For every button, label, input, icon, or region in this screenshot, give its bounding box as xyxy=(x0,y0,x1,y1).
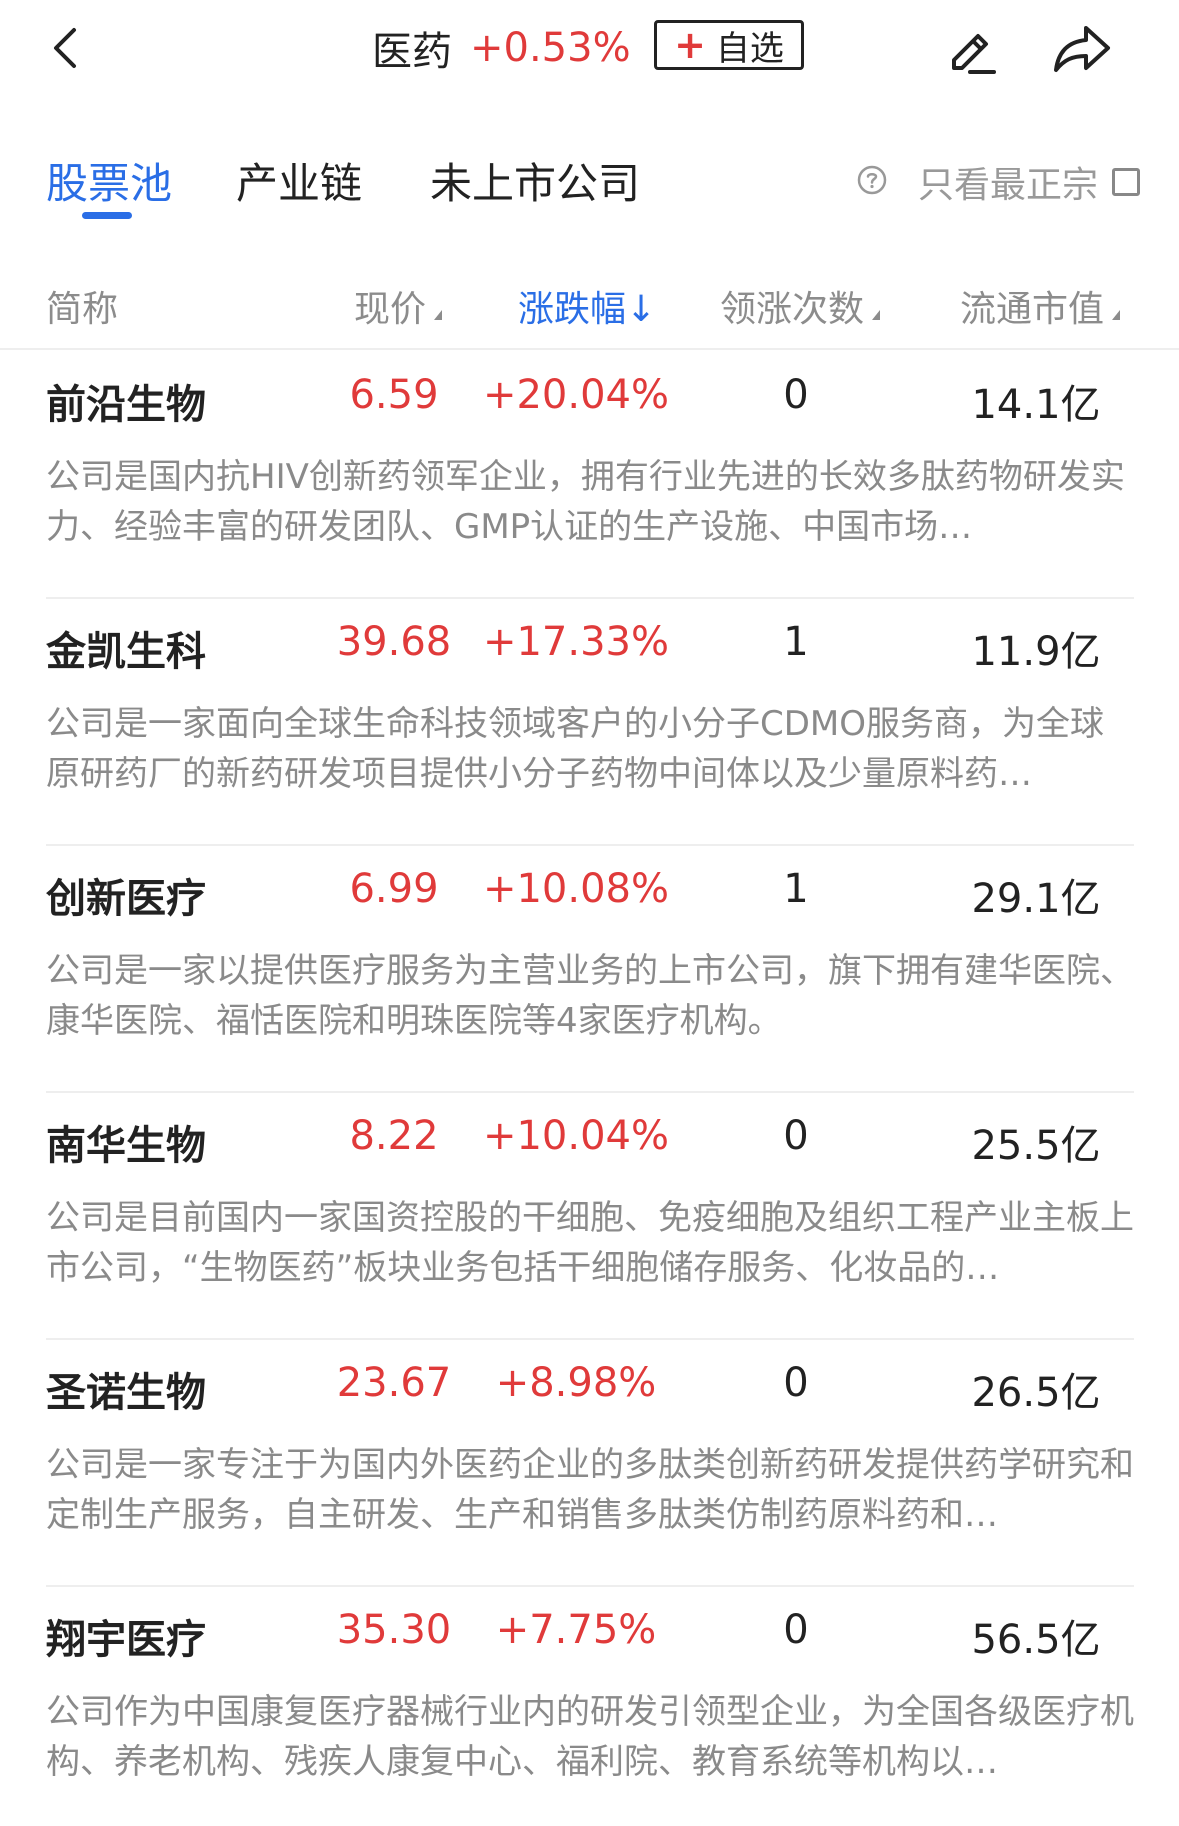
stock-change: +17.33% xyxy=(482,619,670,665)
stock-price: 6.59 xyxy=(349,372,439,418)
stock-row[interactable]: 翔宇医疗 35.30 +7.75% 0 56.5亿 公司作为中国康复医疗器械行业… xyxy=(46,1587,1134,1826)
stock-name: 前沿生物 xyxy=(46,382,206,428)
stock-description: 公司是一家专注于为国内外医药企业的多肽类创新药研发提供药学研究和定制生产服务，自… xyxy=(46,1445,1134,1535)
market-cap: 25.5亿 xyxy=(971,1123,1101,1169)
stock-description: 公司是一家面向全球生命科技领域客户的小分子CDMO服务商，为全球原研药厂的新药研… xyxy=(46,704,1105,794)
lead-times: 0 xyxy=(783,1360,809,1406)
add-watchlist-button[interactable]: + 自选 xyxy=(654,20,804,70)
pencil-icon xyxy=(952,34,996,74)
only-authentic-checkbox[interactable] xyxy=(1112,168,1140,196)
edit-button[interactable] xyxy=(940,18,1000,78)
stock-name: 南华生物 xyxy=(46,1123,206,1169)
stock-description: 公司作为中国康复医疗器械行业内的研发引领型企业，为全国各级医疗机构、养老机构、残… xyxy=(46,1692,1134,1782)
tab-stock-pool[interactable]: 股票池 xyxy=(46,150,172,211)
col-times-sort[interactable]: 领涨次数 xyxy=(720,280,881,332)
back-button[interactable] xyxy=(40,20,96,76)
market-cap: 26.5亿 xyxy=(971,1370,1101,1416)
lead-times: 0 xyxy=(783,372,809,418)
stock-row[interactable]: 圣诺生物 23.67 +8.98% 0 26.5亿 公司是一家专注于为国内外医药… xyxy=(46,1340,1134,1587)
tab-unlisted-companies[interactable]: 未上市公司 xyxy=(430,150,640,211)
stock-price: 35.30 xyxy=(336,1607,452,1653)
stock-name: 翔宇医疗 xyxy=(46,1617,206,1663)
watch-label: 自选 xyxy=(715,28,784,69)
top-bar: 医药 +0.53% + 自选 xyxy=(0,0,1179,110)
col-name: 简称 xyxy=(46,289,119,330)
active-tab-indicator xyxy=(82,212,132,219)
sort-icon xyxy=(434,310,443,320)
col-change-sort[interactable]: 涨跌幅↓ xyxy=(518,280,656,332)
stock-change: +10.08% xyxy=(482,866,670,912)
lead-times: 0 xyxy=(783,1113,809,1159)
stock-row[interactable]: 金凯生科 39.68 +17.33% 1 11.9亿 公司是一家面向全球生命科技… xyxy=(46,599,1134,846)
stock-row[interactable]: 创新医疗 6.99 +10.08% 1 29.1亿 公司是一家以提供医疗服务为主… xyxy=(46,846,1134,1093)
only-authentic-label: 只看最正宗 xyxy=(918,165,1099,206)
col-cap-sort[interactable]: 流通市值 xyxy=(960,280,1121,332)
col-price-sort[interactable]: 现价 xyxy=(354,280,443,332)
stock-price: 8.22 xyxy=(349,1113,439,1159)
stock-price: 23.67 xyxy=(336,1360,452,1406)
chevron-left-icon xyxy=(54,28,76,68)
market-cap: 29.1亿 xyxy=(971,876,1101,922)
stock-change: +8.98% xyxy=(495,1360,657,1406)
stock-description: 公司是目前国内一家国资控股的干细胞、免疫细胞及组织工程产业主板上市公司，“生物医… xyxy=(46,1198,1134,1288)
market-cap: 11.9亿 xyxy=(971,629,1101,675)
stock-name: 圣诺生物 xyxy=(46,1370,206,1416)
lead-times: 0 xyxy=(783,1607,809,1653)
page-title: 医药 +0.53% xyxy=(372,20,631,76)
lead-times: 1 xyxy=(783,866,809,912)
share-arrow-icon xyxy=(1054,26,1110,72)
help-icon[interactable] xyxy=(856,164,888,196)
stock-price: 6.99 xyxy=(349,866,439,912)
lead-times: 1 xyxy=(783,619,809,665)
sort-icon xyxy=(872,310,881,320)
stock-change: +7.75% xyxy=(495,1607,657,1653)
stock-name: 金凯生科 xyxy=(46,629,206,675)
stock-description: 公司是国内抗HIV创新药领军企业，拥有行业先进的长效多肽药物研发实力、经验丰富的… xyxy=(46,457,1125,547)
market-cap: 14.1亿 xyxy=(971,382,1101,428)
plus-icon: + xyxy=(674,23,706,67)
market-cap: 56.5亿 xyxy=(971,1617,1101,1663)
share-button[interactable] xyxy=(1050,18,1114,78)
tab-industry-chain[interactable]: 产业链 xyxy=(236,150,362,211)
tab-bar: 股票池 产业链 未上市公司 只看最正宗 xyxy=(0,140,1179,230)
stock-change: +20.04% xyxy=(482,372,670,418)
stock-row[interactable]: 南华生物 8.22 +10.04% 0 25.5亿 公司是目前国内一家国资控股的… xyxy=(46,1093,1134,1340)
sector-change: +0.53% xyxy=(470,25,631,71)
stock-row[interactable]: 前沿生物 6.59 +20.04% 0 14.1亿 公司是国内抗HIV创新药领军… xyxy=(46,352,1134,599)
stock-price: 39.68 xyxy=(336,619,452,665)
sector-name: 医药 xyxy=(372,29,452,75)
sort-icon xyxy=(1112,310,1121,320)
column-header: 简称 现价 涨跌幅↓ 领涨次数 流通市值 xyxy=(0,270,1179,350)
stock-name: 创新医疗 xyxy=(46,876,206,922)
stock-change: +10.04% xyxy=(482,1113,670,1159)
stock-description: 公司是一家以提供医疗服务为主营业务的上市公司，旗下拥有建华医院、康华医院、福恬医… xyxy=(46,951,1134,1041)
